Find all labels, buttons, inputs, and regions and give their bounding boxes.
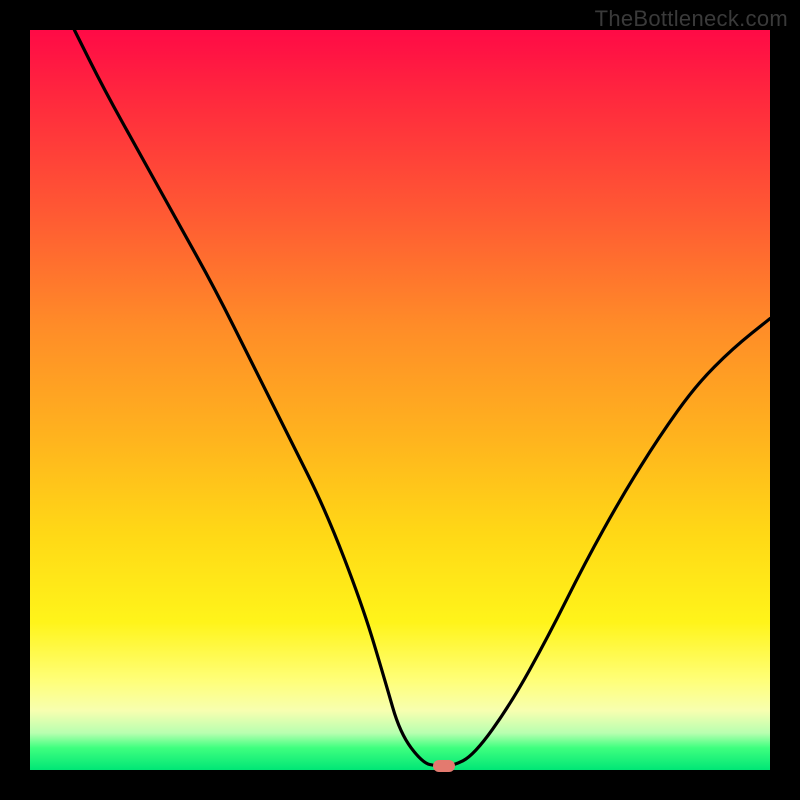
chart-frame: TheBottleneck.com (0, 0, 800, 800)
minimum-marker (433, 760, 455, 772)
plot-area (30, 30, 770, 770)
bottleneck-curve (30, 30, 770, 770)
curve-path (74, 30, 770, 766)
watermark-text: TheBottleneck.com (595, 6, 788, 32)
